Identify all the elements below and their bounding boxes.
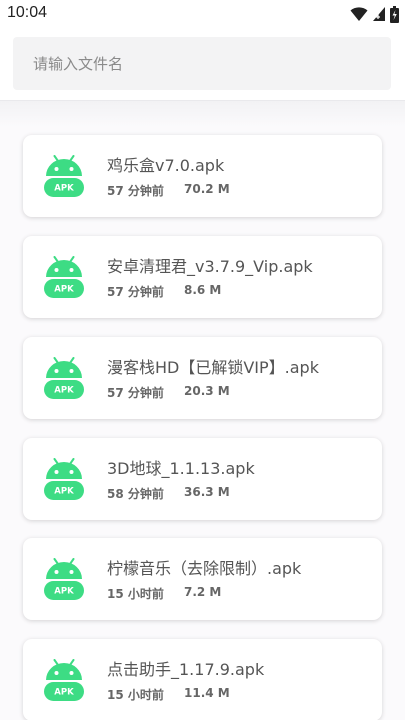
file-card[interactable]: APK 3D地球_1.1.13.apk 58 分钟前 36.3 M: [23, 438, 382, 520]
file-size: 36.3 M: [184, 485, 230, 499]
android-apk-icon: APK: [44, 458, 84, 500]
file-meta: 57 分钟前 8.6 M: [107, 283, 221, 300]
file-list[interactable]: APK 鸡乐盒v7.0.apk 57 分钟前 70.2 M APK 安卓清理君_…: [0, 101, 405, 720]
file-time: 57 分钟前: [107, 386, 164, 400]
search-box[interactable]: [13, 37, 391, 90]
file-card[interactable]: APK 安卓清理君_v3.7.9_Vip.apk 57 分钟前 8.6 M: [23, 236, 382, 318]
file-size: 20.3 M: [184, 384, 230, 398]
status-time: 10:04: [7, 4, 48, 21]
search-input[interactable]: [33, 37, 373, 90]
apk-label: APK: [54, 487, 74, 497]
apk-label: APK: [54, 386, 74, 396]
file-name: 点击助手_1.17.9.apk: [107, 660, 265, 679]
file-size: 7.2 M: [184, 585, 222, 599]
file-name: 3D地球_1.1.13.apk: [107, 459, 255, 478]
file-size: 70.2 M: [184, 182, 230, 196]
file-card[interactable]: APK 柠檬音乐（去除限制）.apk 15 小时前 7.2 M: [23, 538, 382, 620]
battery-icon: [390, 5, 399, 23]
file-meta: 15 小时前 11.4 M: [107, 686, 230, 703]
file-meta: 15 小时前 7.2 M: [107, 585, 221, 602]
signal-icon: [373, 7, 385, 21]
apk-label: APK: [54, 688, 74, 698]
apk-label: APK: [54, 587, 74, 597]
file-name: 柠檬音乐（去除限制）.apk: [107, 559, 302, 578]
file-name: 漫客栈HD【已解锁VIP】.apk: [107, 358, 319, 377]
android-apk-icon: APK: [44, 155, 84, 197]
file-name: 安卓清理君_v3.7.9_Vip.apk: [107, 257, 313, 276]
list-top-shadow: [0, 101, 405, 127]
file-card[interactable]: APK 点击助手_1.17.9.apk 15 小时前 11.4 M: [23, 639, 382, 720]
file-time: 15 小时前: [107, 587, 164, 601]
search-bar: [0, 28, 405, 101]
file-meta: 57 分钟前 70.2 M: [107, 182, 230, 199]
file-meta: 57 分钟前 20.3 M: [107, 384, 230, 401]
file-time: 57 分钟前: [107, 285, 164, 299]
android-apk-icon: APK: [44, 659, 84, 701]
apk-label: APK: [54, 184, 74, 194]
file-time: 15 小时前: [107, 688, 164, 702]
apk-label: APK: [54, 285, 74, 295]
file-meta: 58 分钟前 36.3 M: [107, 485, 230, 502]
file-name: 鸡乐盒v7.0.apk: [107, 156, 225, 175]
status-icons: [350, 5, 399, 23]
file-time: 57 分钟前: [107, 184, 164, 198]
file-card[interactable]: APK 漫客栈HD【已解锁VIP】.apk 57 分钟前 20.3 M: [23, 337, 382, 419]
android-apk-icon: APK: [44, 357, 84, 399]
file-size: 8.6 M: [184, 283, 222, 297]
file-size: 11.4 M: [184, 686, 230, 700]
wifi-icon: [350, 7, 368, 21]
android-apk-icon: APK: [44, 558, 84, 600]
status-bar: 10:04: [0, 0, 405, 28]
android-apk-icon: APK: [44, 256, 84, 298]
file-card[interactable]: APK 鸡乐盒v7.0.apk 57 分钟前 70.2 M: [23, 135, 382, 217]
file-time: 58 分钟前: [107, 487, 164, 501]
